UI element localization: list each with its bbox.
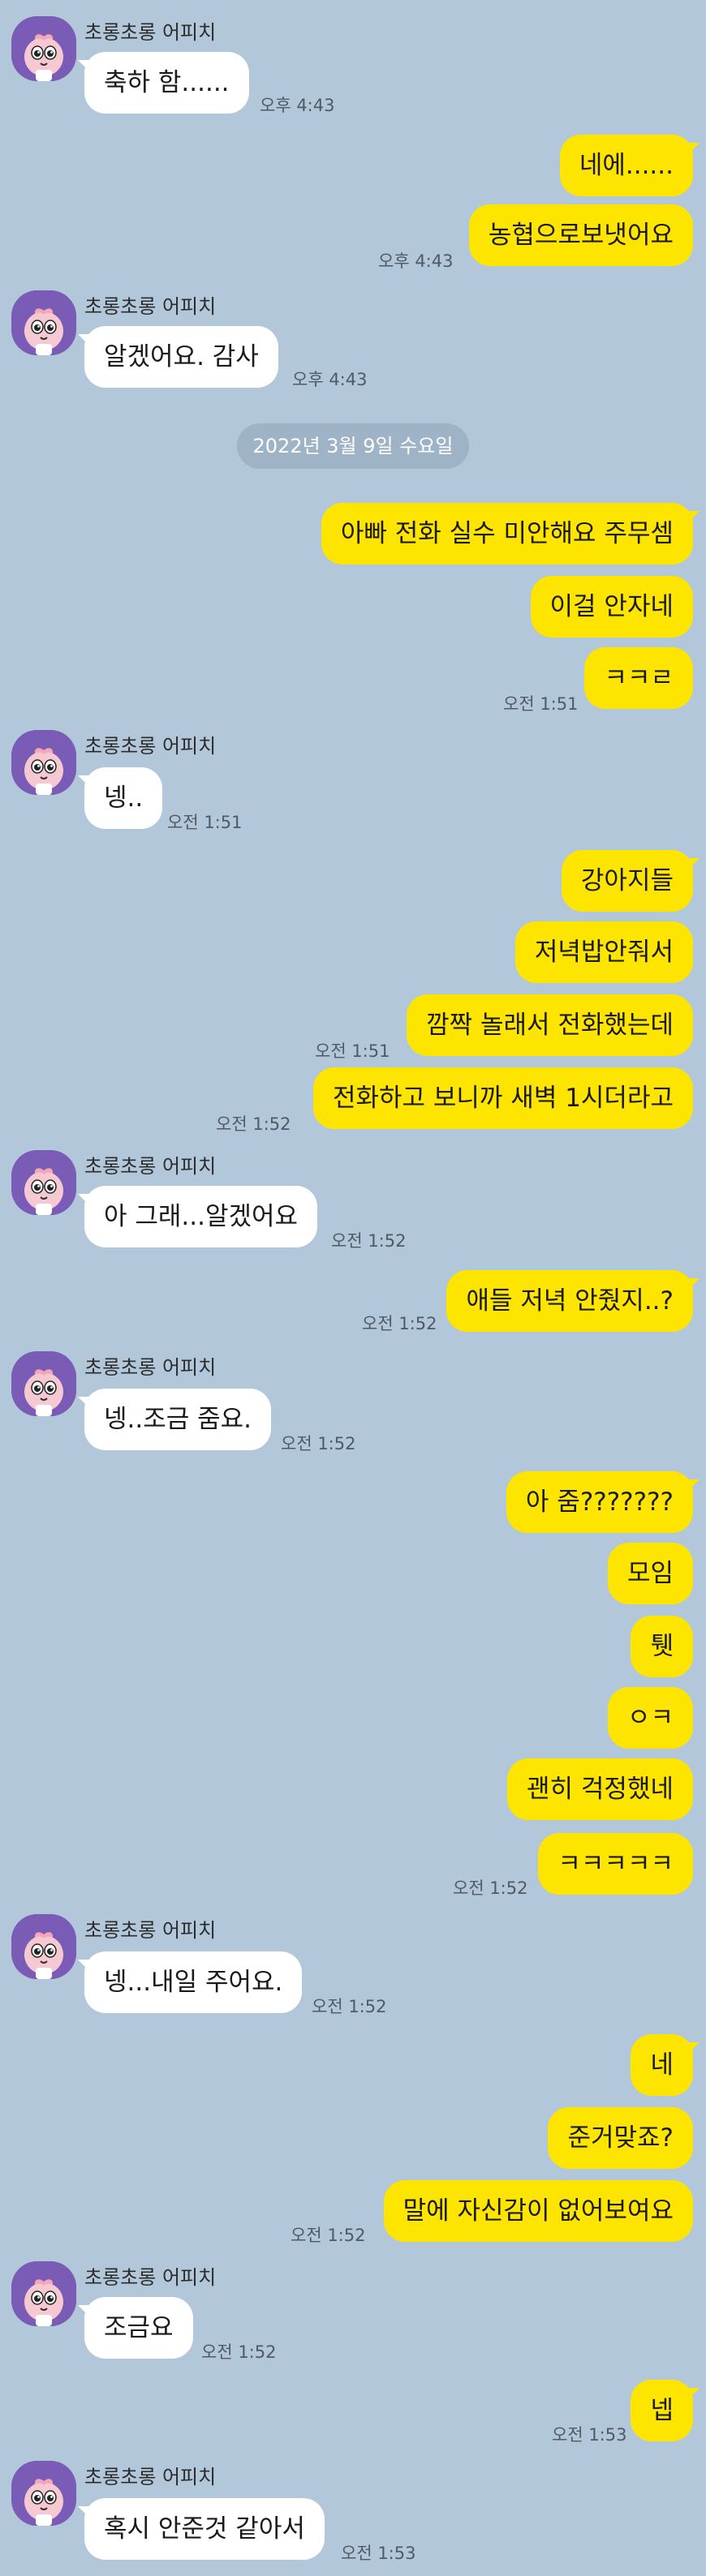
apeach-character-icon [11,2261,76,2326]
outgoing-message-bubble[interactable]: 깜짝 놀래서 전화했는데 [407,994,693,1056]
outgoing-message-bubble[interactable]: ㅋㅋㄹ [584,647,693,709]
chat-area[interactable]: 초롱초롱 어피치 축하 함...... 오후 4:43 네에...... 농협으… [0,0,706,2576]
outgoing-message-bubble[interactable]: 네에...... [559,135,700,196]
outgoing-message-bubble[interactable]: 넵 [631,2380,700,2441]
apeach-character-icon [11,1914,76,1979]
message-timestamp: 오전 1:52 [216,1114,291,1134]
outgoing-message-bubble[interactable]: 이걸 안자네 [530,576,693,638]
outgoing-message-bubble[interactable]: 아빠 전화 실수 미안해요 주무셈 [321,503,700,565]
message-timestamp: 오전 1:51 [503,694,579,714]
incoming-message-bubble[interactable]: 넹.. [77,767,163,829]
incoming-message-bubble[interactable]: 축하 함...... [78,52,249,114]
message-timestamp: 오전 1:52 [291,2226,366,2245]
sender-avatar[interactable] [11,1351,76,1416]
message-timestamp: 오전 1:52 [201,2342,277,2362]
apeach-character-icon [11,730,76,795]
message-timestamp: 오전 1:51 [315,1041,390,1061]
sender-avatar[interactable] [11,1914,76,1979]
sender-name: 초롱초롱 어피치 [84,1155,217,1178]
sender-avatar[interactable] [11,16,76,81]
sender-name: 초롱초롱 어피치 [84,1356,217,1379]
outgoing-message-bubble[interactable]: 모임 [607,1543,693,1604]
date-divider: 2022년 3월 9일 수요일 [237,423,469,469]
message-timestamp: 오전 1:52 [362,1314,437,1333]
apeach-character-icon [11,290,76,355]
sender-name: 초롱초롱 어피치 [84,295,217,318]
outgoing-message-bubble[interactable]: 말에 자신감이 없어보여요 [383,2180,693,2242]
outgoing-message-bubble[interactable]: ㅋㅋㅋㅋㅋ [538,1833,693,1895]
outgoing-message-bubble[interactable]: 퉷 [631,1616,693,1677]
message-timestamp: 오전 1:53 [552,2425,627,2445]
incoming-message-bubble[interactable]: 넹...내일 주어요. [77,1951,303,2013]
message-timestamp: 오후 4:43 [292,370,368,389]
sender-avatar[interactable] [11,2261,76,2326]
sender-name: 초롱초롱 어피치 [84,735,217,758]
message-timestamp: 오후 4:43 [378,251,454,271]
sender-name: 초롱초롱 어피치 [84,2266,217,2289]
outgoing-message-bubble[interactable]: 농협으로보냇어요 [468,204,693,266]
outgoing-message-bubble[interactable]: 준거맞죠? [548,2107,693,2169]
apeach-character-icon [11,2461,76,2526]
apeach-character-icon [11,16,76,81]
outgoing-message-bubble[interactable]: 전화하고 보니까 새벽 1시더라고 [312,1067,693,1129]
outgoing-message-bubble[interactable]: 아 줌??????? [506,1471,700,1533]
sender-avatar[interactable] [11,730,76,795]
outgoing-message-bubble[interactable]: 괜히 걱정했네 [507,1758,693,1820]
outgoing-message-bubble[interactable]: ㅇㅋ [607,1687,693,1749]
outgoing-message-bubble[interactable]: 애들 저녁 안줬지..? [446,1270,700,1332]
sender-name: 초롱초롱 어피치 [84,21,217,44]
sender-name: 초롱초롱 어피치 [84,1919,217,1942]
incoming-message-bubble[interactable]: 아 그래...알겠어요 [77,1186,318,1247]
outgoing-message-bubble[interactable]: 네 [631,2034,700,2096]
sender-avatar[interactable] [11,2461,76,2526]
incoming-message-bubble[interactable]: 혹시 안준것 같아서 [78,2498,325,2560]
sender-avatar[interactable] [11,290,76,355]
apeach-character-icon [11,1150,76,1215]
message-timestamp: 오전 1:53 [341,2544,416,2563]
message-timestamp: 오전 1:52 [312,1997,387,2016]
message-timestamp: 오전 1:52 [281,1434,356,1453]
message-timestamp: 오전 1:52 [331,1231,407,1251]
message-timestamp: 오전 1:51 [167,813,243,832]
sender-avatar[interactable] [11,1150,76,1215]
incoming-message-bubble[interactable]: 넹..조금 줌요. [77,1389,272,1450]
apeach-character-icon [11,1351,76,1416]
outgoing-message-bubble[interactable]: 강아지들 [561,850,700,912]
message-timestamp: 오후 4:43 [260,96,335,115]
incoming-message-bubble[interactable]: 조금요 [78,2297,193,2359]
outgoing-message-bubble[interactable]: 저녁밥안줘서 [514,921,693,983]
incoming-message-bubble[interactable]: 알겠어요. 감사 [78,326,278,388]
message-timestamp: 오전 1:52 [453,1878,528,1898]
sender-name: 초롱초롱 어피치 [84,2466,217,2488]
